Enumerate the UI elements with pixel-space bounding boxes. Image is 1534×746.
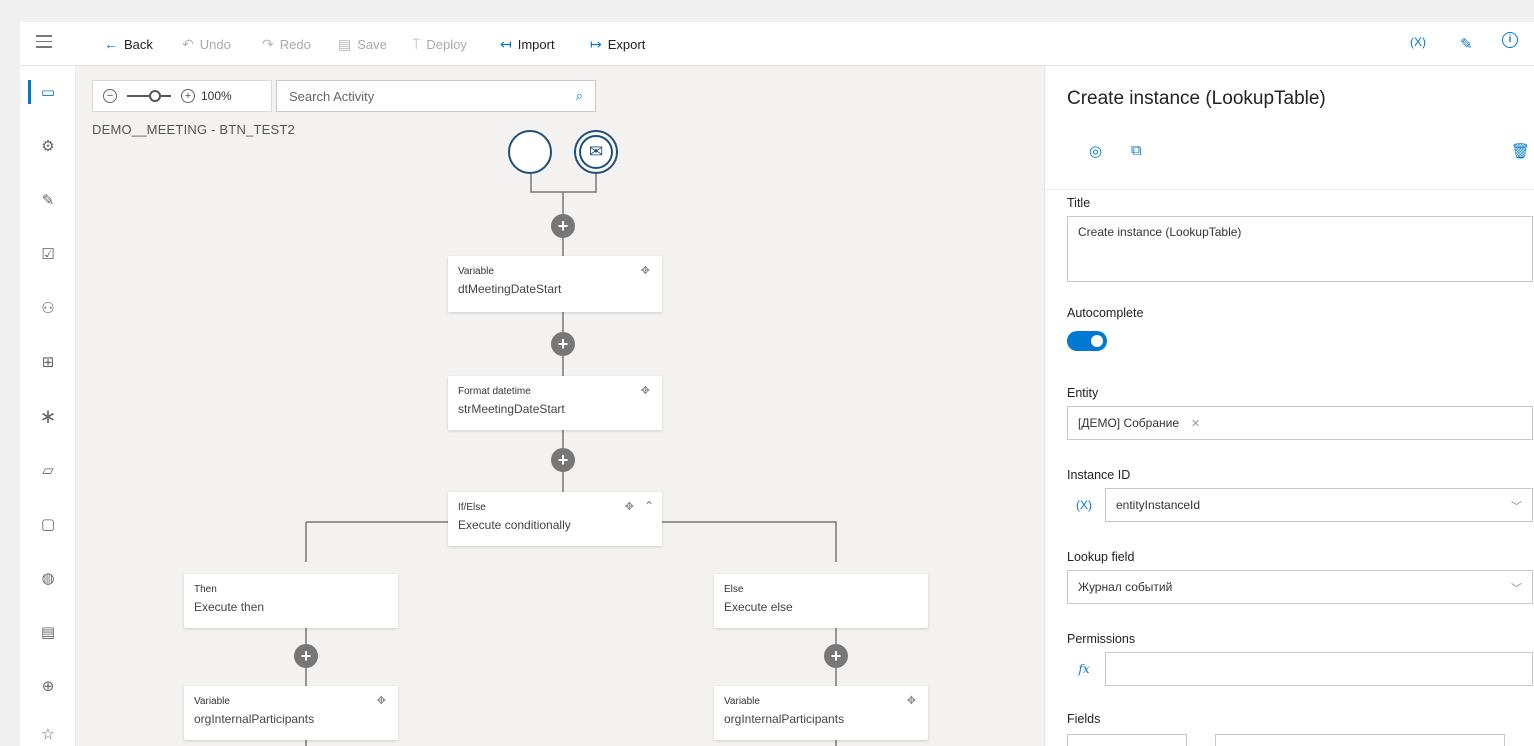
add-activity-button[interactable]: +	[551, 448, 575, 472]
activity-node[interactable]: Variable dtMeetingDateStart ✥	[448, 256, 662, 312]
start-event[interactable]	[508, 130, 552, 174]
entity-label: Entity	[1067, 386, 1099, 400]
deploy-icon: ⍑	[412, 35, 421, 52]
zoom-level: 100%	[201, 89, 232, 103]
then-branch-node[interactable]: Then Execute then	[184, 574, 398, 628]
search-icon[interactable]: ⌕	[576, 88, 583, 104]
search-activity-input[interactable]: Search Activity ⌕	[276, 80, 596, 112]
deploy-button[interactable]: ⍑ Deploy	[412, 35, 467, 53]
form-edit-icon[interactable]: ✎	[20, 182, 76, 218]
fields-label: Fields	[1067, 712, 1101, 726]
workflow-canvas[interactable]: − + 100% Search Activity ⌕ DEMO__MEETING…	[76, 66, 1044, 746]
function-prefix[interactable]: fx	[1067, 652, 1101, 686]
import-icon: ↤	[500, 35, 512, 52]
zoom-out-icon[interactable]: −	[103, 89, 117, 103]
zoom-slider[interactable]	[127, 90, 171, 102]
entity-field[interactable]: [ДЕМО] Собрание ✕	[1067, 406, 1533, 440]
back-button[interactable]: ← Back	[104, 35, 153, 53]
redo-icon: ↷	[262, 35, 274, 52]
panel-header: Create instance (LookupTable) ◎ ⧉ 🗑	[1045, 66, 1534, 190]
instance-id-select[interactable]: entityInstanceId ﹀	[1105, 488, 1533, 522]
info-icon[interactable]: i	[1502, 32, 1518, 48]
permissions-label: Permissions	[1067, 632, 1136, 646]
add-activity-button[interactable]: +	[294, 644, 318, 668]
add-activity-button[interactable]: +	[551, 332, 575, 356]
move-icon[interactable]: ✥	[907, 694, 916, 707]
redo-button[interactable]: ↷ Redo	[262, 35, 311, 53]
move-icon[interactable]: ✥	[641, 384, 650, 397]
envelope-icon: ✉	[579, 135, 613, 169]
lookup-field-select[interactable]: Журнал событий ﹀	[1067, 570, 1533, 604]
network-icon[interactable]: ⊕	[20, 668, 76, 704]
permissions-field[interactable]	[1105, 652, 1533, 686]
people-icon[interactable]: ⚇	[20, 290, 76, 326]
else-branch-node[interactable]: Else Execute else	[714, 574, 928, 628]
delete-icon[interactable]: 🗑	[1511, 142, 1530, 160]
edit-pencil-icon[interactable]: ✎	[1460, 35, 1473, 53]
globe-icon[interactable]: ◍	[20, 560, 76, 596]
remove-tag-icon[interactable]: ✕	[1191, 417, 1200, 430]
if-else-node[interactable]: If/Else Execute conditionally ✥ ⌃	[448, 492, 662, 546]
chevron-down-icon: ﹀	[1511, 501, 1522, 513]
left-rail: ▭ ⚙ ✎ ☑ ⚇ ⊞ ∗ ▱ ▢ ◍ ▤ ⊕ ☆	[20, 66, 76, 746]
activity-node[interactable]: Variable orgInternalParticipants ✥	[184, 686, 398, 740]
chevron-up-icon[interactable]: ⌃	[644, 499, 654, 513]
folder-icon[interactable]: ▱	[20, 452, 76, 488]
export-icon: ↦	[590, 35, 602, 52]
chevron-down-icon: ﹀	[1511, 583, 1522, 595]
lookup-field-label: Lookup field	[1067, 550, 1135, 564]
activity-node[interactable]: Format datetime strMeetingDateStart ✥	[448, 376, 662, 430]
autocomplete-toggle[interactable]	[1067, 331, 1107, 351]
panel-title: Create instance (LookupTable)	[1067, 88, 1326, 109]
undo-button[interactable]: ↶ Undo	[182, 35, 231, 53]
window-icon[interactable]: ▢	[20, 506, 76, 542]
title-label: Title	[1067, 196, 1091, 210]
move-icon[interactable]: ✥	[625, 500, 634, 513]
process-name: DEMO__MEETING - BTN_TEST2	[92, 122, 295, 137]
checkbox-list-icon[interactable]: ☑	[20, 236, 76, 272]
instance-id-label: Instance ID	[1067, 468, 1131, 482]
copy-icon[interactable]: ⧉	[1131, 142, 1142, 159]
move-icon[interactable]: ✥	[377, 694, 386, 707]
autocomplete-label: Autocomplete	[1067, 306, 1144, 320]
designer-icon[interactable]: ▭	[20, 74, 76, 110]
zoom-in-icon[interactable]: +	[181, 89, 195, 103]
save-icon: ▤	[338, 35, 352, 52]
zoom-control: − + 100%	[92, 80, 272, 112]
toolbar: ← Back ↶ Undo ↷ Redo ▤ Save ⍑ Deploy ↤ Import …	[20, 22, 1534, 66]
import-button[interactable]: ↤ Import	[500, 35, 555, 53]
add-activity-button[interactable]: +	[824, 644, 848, 668]
fields-row-key[interactable]	[1067, 734, 1187, 746]
asterisk-icon[interactable]: ∗	[20, 398, 76, 434]
settings-circle-icon[interactable]: ◎	[1089, 142, 1102, 160]
activity-node[interactable]: Variable orgInternalParticipants ✥	[714, 686, 928, 740]
export-button[interactable]: ↦ Export	[590, 35, 645, 53]
arrow-left-icon: ←	[104, 36, 118, 52]
menu-icon[interactable]	[36, 35, 52, 49]
variable-prefix[interactable]: (X)	[1067, 488, 1101, 522]
fields-row-value[interactable]	[1215, 734, 1505, 746]
settings-gear-icon[interactable]: ⚙	[20, 128, 76, 164]
undo-icon: ↶	[182, 35, 194, 52]
archive-icon[interactable]: ▤	[20, 614, 76, 650]
move-icon[interactable]: ✥	[641, 264, 650, 277]
workflow-designer: ← Back ↶ Undo ↷ Redo ▤ Save ⍑ Deploy ↤ Import …	[20, 22, 1534, 746]
variables-button[interactable]: (X)	[1410, 35, 1426, 49]
title-field[interactable]: Create instance (LookupTable)	[1067, 216, 1533, 282]
save-button[interactable]: ▤ Save	[338, 35, 387, 53]
message-start-event[interactable]: ✉	[574, 130, 618, 174]
add-activity-button[interactable]: +	[551, 214, 575, 238]
properties-panel: Create instance (LookupTable) ◎ ⧉ 🗑 Titl…	[1044, 66, 1534, 746]
grid-table-icon[interactable]: ⊞	[20, 344, 76, 380]
star-icon[interactable]: ☆	[20, 716, 76, 746]
entity-tag: [ДЕМО] Собрание ✕	[1078, 416, 1201, 430]
